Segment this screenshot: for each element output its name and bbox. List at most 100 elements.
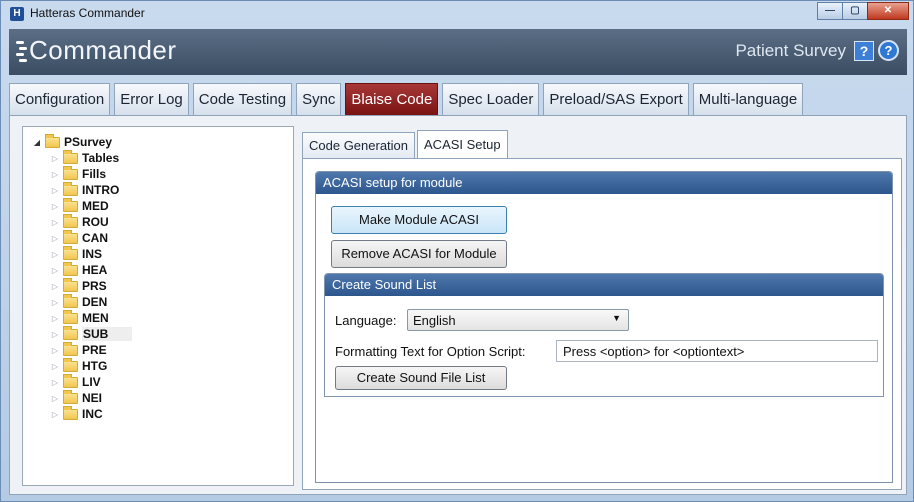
about-icon[interactable]: ? [878,40,899,61]
folder-icon [63,357,78,372]
tree-item-label: INC [82,407,103,421]
folder-icon [63,277,78,292]
collapsed-arrow-icon[interactable]: ▷ [49,298,61,307]
main-tab-strip: Configuration Error Log Code Testing Syn… [9,83,807,115]
logo-icon [16,38,28,64]
folder-icon [63,197,78,212]
tab-content: ◢ PSurvey ▷ Tables ▷ Fills ▷ INTRO ▷ MED ▷ RO… [9,115,907,495]
folder-icon [63,213,78,228]
tree-item[interactable]: ▷ PRS [49,277,107,294]
tab-code-testing[interactable]: Code Testing [192,83,293,115]
tree-item[interactable]: ▷ Tables [49,149,120,166]
tree-item[interactable]: ▷ ROU [49,213,109,230]
folder-icon [63,229,78,244]
formatting-text-label: Formatting Text for Option Script: [335,344,526,359]
collapsed-arrow-icon[interactable]: ▷ [49,330,61,339]
collapsed-arrow-icon[interactable]: ▷ [49,362,61,371]
tree-item[interactable]: ▷ HTG [49,357,108,374]
collapsed-arrow-icon[interactable]: ▷ [49,410,61,419]
tab-configuration[interactable]: Configuration [9,83,111,115]
maximize-button[interactable]: ▢ [842,2,868,20]
tree-item[interactable]: ▷ INC [49,405,103,422]
collapsed-arrow-icon[interactable]: ▷ [49,266,61,275]
tree-item-label: Fills [82,167,107,181]
tree-item[interactable]: ▷ MEN [49,309,109,326]
app-header: Commander Patient Survey ? ? [9,29,907,75]
sub-tab-strip: Code Generation ACASI Setup [302,130,510,158]
folder-icon [63,293,78,308]
formatting-text-input[interactable] [556,340,878,362]
language-value: English [413,313,456,328]
folder-icon [63,261,78,276]
tree-item[interactable]: ▷ DEN [49,293,108,310]
tab-spec-loader[interactable]: Spec Loader [442,83,540,115]
folder-icon [45,133,60,148]
tree-item[interactable]: ▷ Fills [49,165,107,182]
minimize-button[interactable]: — [817,2,843,20]
collapsed-arrow-icon[interactable]: ▷ [49,346,61,355]
tab-multi-language[interactable]: Multi-language [692,83,804,115]
module-tree[interactable]: ◢ PSurvey ▷ Tables ▷ Fills ▷ INTRO ▷ MED ▷ RO… [22,126,294,486]
tree-item-selected[interactable]: ▷ SUB [49,325,133,342]
tree-item-label: HEA [82,263,108,277]
app-logo-text: Commander [29,35,177,65]
tree-item[interactable]: ▷ PRE [49,341,107,358]
window-title: Hatteras Commander [30,6,145,20]
tree-item-label: PRS [82,279,107,293]
folder-icon [63,373,78,388]
expanded-arrow-icon[interactable]: ◢ [31,138,43,147]
tree-item-root[interactable]: ◢ PSurvey [31,133,113,150]
close-button[interactable]: ✕ [867,2,909,20]
tree-item[interactable]: ▷ CAN [49,229,108,246]
acasi-setup-group: ACASI setup for module Make Module ACASI… [315,171,893,483]
tree-item-label: ROU [82,215,109,229]
collapsed-arrow-icon[interactable]: ▷ [49,250,61,259]
collapsed-arrow-icon[interactable]: ▷ [49,154,61,163]
tab-blaise-code[interactable]: Blaise Code [345,83,439,115]
remove-acasi-button[interactable]: Remove ACASI for Module [331,240,507,268]
collapsed-arrow-icon[interactable]: ▷ [49,394,61,403]
folder-icon [63,405,78,420]
tree-item-label: CAN [82,231,108,245]
tree-item-label: DEN [82,295,108,309]
collapsed-arrow-icon[interactable]: ▷ [49,378,61,387]
folder-icon [63,245,78,260]
tab-code-generation[interactable]: Code Generation [302,132,416,158]
dropdown-arrow-icon[interactable]: ▼ [612,313,621,323]
collapsed-arrow-icon[interactable]: ▷ [49,202,61,211]
tree-item-label: INTRO [82,183,120,197]
tree-item-label: Tables [82,151,120,165]
make-module-acasi-button[interactable]: Make Module ACASI [331,206,507,234]
collapsed-arrow-icon[interactable]: ▷ [49,170,61,179]
language-select[interactable]: English ▼ [407,309,629,331]
tab-sync[interactable]: Sync [296,83,342,115]
tab-preload-sas-export[interactable]: Preload/SAS Export [543,83,689,115]
folder-icon [63,325,78,340]
sound-list-group: Create Sound List Language: English ▼ Fo… [324,273,884,397]
help-icon[interactable]: ? [854,40,874,61]
tree-item[interactable]: ▷ LIV [49,373,101,390]
app-icon: H [10,7,24,21]
tree-item[interactable]: ▷ NEI [49,389,102,406]
module-name: Patient Survey [735,40,846,60]
tree-item[interactable]: ▷ INTRO [49,181,120,198]
collapsed-arrow-icon[interactable]: ▷ [49,218,61,227]
collapsed-arrow-icon[interactable]: ▷ [49,234,61,243]
tree-item[interactable]: ▷ HEA [49,261,108,278]
sound-list-group-title: Create Sound List [325,274,883,296]
tree-item-label: MEN [82,311,109,325]
folder-icon [63,341,78,356]
create-sound-file-list-button[interactable]: Create Sound File List [335,366,507,390]
tree-item[interactable]: ▷ INS [49,245,102,262]
tree-item-label: HTG [82,359,108,373]
folder-icon [63,149,78,164]
tree-item[interactable]: ▷ MED [49,197,109,214]
tree-item-label: PSurvey [64,135,113,149]
language-label: Language: [335,313,397,328]
collapsed-arrow-icon[interactable]: ▷ [49,314,61,323]
tab-error-log[interactable]: Error Log [114,83,189,115]
folder-icon [63,181,78,196]
collapsed-arrow-icon[interactable]: ▷ [49,282,61,291]
collapsed-arrow-icon[interactable]: ▷ [49,186,61,195]
tab-acasi-setup[interactable]: ACASI Setup [417,130,508,158]
